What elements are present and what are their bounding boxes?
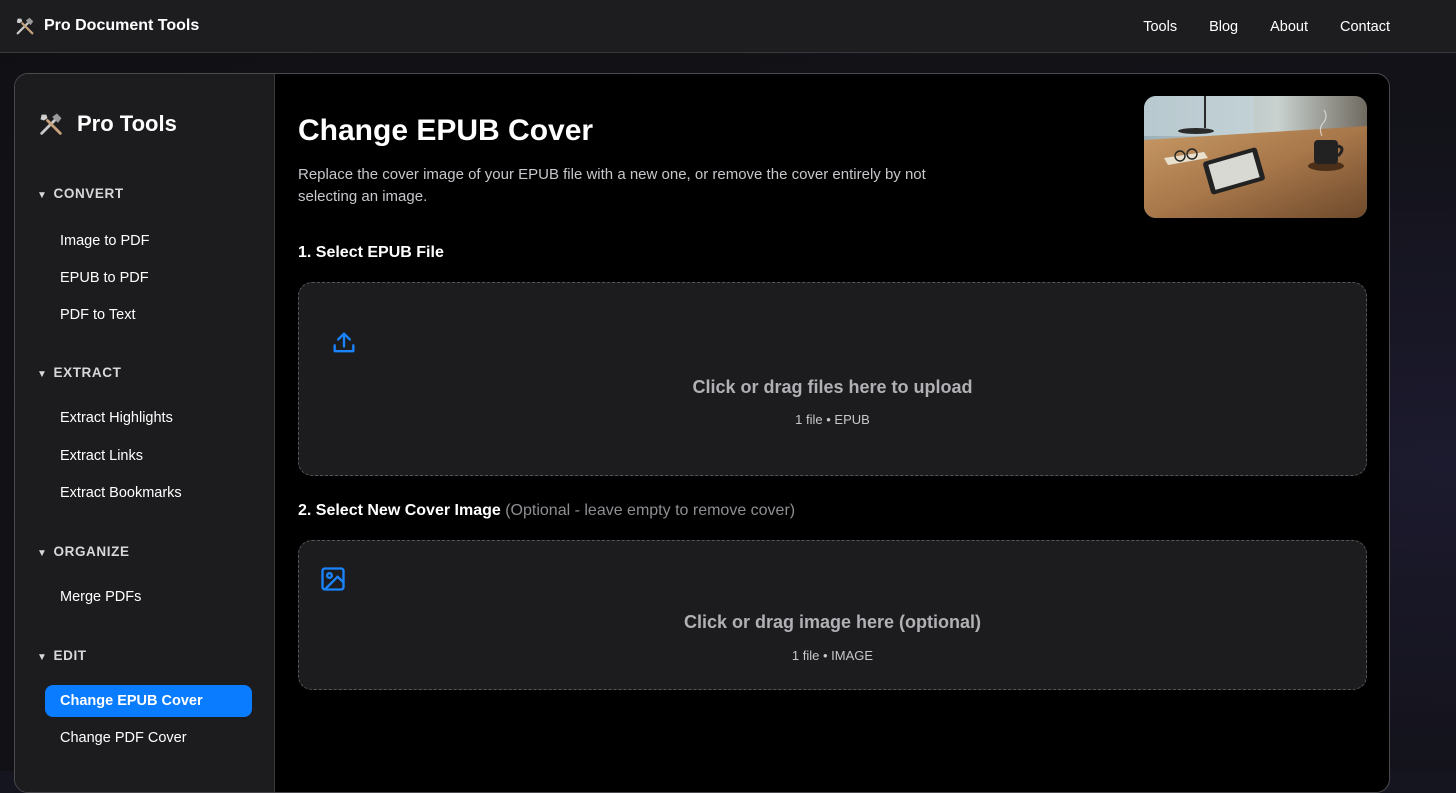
- section-organize[interactable]: ▼ ORGANIZE: [37, 544, 130, 559]
- upload-icon: [333, 332, 355, 353]
- brand-name: Pro Document Tools: [44, 17, 200, 34]
- sidebar-item-extract-highlights[interactable]: Extract Highlights: [45, 402, 252, 434]
- epub-dropzone-title: Click or drag files here to upload: [692, 377, 973, 397]
- sidebar-item-extract-bookmarks[interactable]: Extract Bookmarks: [45, 477, 252, 509]
- page-title: Change EPUB Cover: [298, 114, 594, 147]
- section-edit[interactable]: ▼ EDIT: [37, 648, 87, 663]
- main-nav: Tools Blog About Contact: [1111, 0, 1390, 53]
- nav-about[interactable]: About: [1270, 19, 1308, 35]
- nav-blog[interactable]: Blog: [1209, 19, 1238, 35]
- app-card: Pro Tools ▼ CONVERT Image to PDF EPUB to …: [14, 73, 1390, 793]
- step1-label: 1. Select EPUB File: [298, 244, 444, 261]
- image-icon: [321, 567, 345, 591]
- sidebar-item-extract-links[interactable]: Extract Links: [45, 440, 252, 472]
- brand[interactable]: Pro Document Tools: [14, 15, 199, 37]
- hero-image: [1144, 96, 1367, 218]
- cover-dropzone-subtitle: 1 file • IMAGE: [791, 648, 874, 663]
- sidebar: Pro Tools ▼ CONVERT Image to PDF EPUB to …: [15, 74, 275, 792]
- sidebar-title: Pro Tools: [77, 111, 177, 136]
- top-navbar: Pro Document Tools Tools Blog About Cont…: [0, 0, 1456, 53]
- tools-icon: [16, 17, 34, 35]
- sidebar-item-merge-pdfs[interactable]: Merge PDFs: [45, 581, 252, 613]
- step2-hint: (Optional - leave empty to remove cover): [505, 502, 796, 519]
- section-extract[interactable]: ▼ EXTRACT: [37, 365, 121, 380]
- cover-dropzone-title: Click or drag image here (optional): [683, 612, 982, 632]
- sidebar-item-epub-to-pdf[interactable]: EPUB to PDF: [45, 262, 252, 294]
- main-content: Change EPUB Cover Replace the cover imag…: [276, 74, 1389, 792]
- sidebar-header: Pro Tools: [37, 110, 177, 138]
- section-convert[interactable]: ▼ CONVERT: [37, 186, 124, 201]
- caret-down-icon: ▼: [37, 548, 48, 559]
- epub-dropzone[interactable]: Click or drag files here to upload 1 fil…: [298, 282, 1367, 476]
- cover-image-dropzone[interactable]: Click or drag image here (optional) 1 fi…: [298, 540, 1367, 690]
- caret-down-icon: ▼: [37, 652, 48, 663]
- tools-icon: [40, 113, 62, 135]
- caret-down-icon: ▼: [37, 369, 48, 380]
- sidebar-item-change-epub-cover[interactable]: Change EPUB Cover: [45, 685, 252, 717]
- page-description: Replace the cover image of your EPUB fil…: [298, 166, 926, 205]
- sidebar-item-change-pdf-cover[interactable]: Change PDF Cover: [45, 722, 252, 754]
- nav-contact[interactable]: Contact: [1340, 19, 1390, 35]
- sidebar-item-pdf-to-text[interactable]: PDF to Text: [45, 299, 252, 331]
- step2-label: 2. Select New Cover Image (Optional - le…: [298, 502, 795, 520]
- sidebar-item-image-to-pdf[interactable]: Image to PDF: [45, 225, 252, 257]
- epub-dropzone-subtitle: 1 file • EPUB: [795, 412, 870, 427]
- caret-down-icon: ▼: [37, 190, 48, 201]
- step2-title: 2. Select New Cover Image: [298, 502, 501, 519]
- nav-tools[interactable]: Tools: [1143, 19, 1177, 35]
